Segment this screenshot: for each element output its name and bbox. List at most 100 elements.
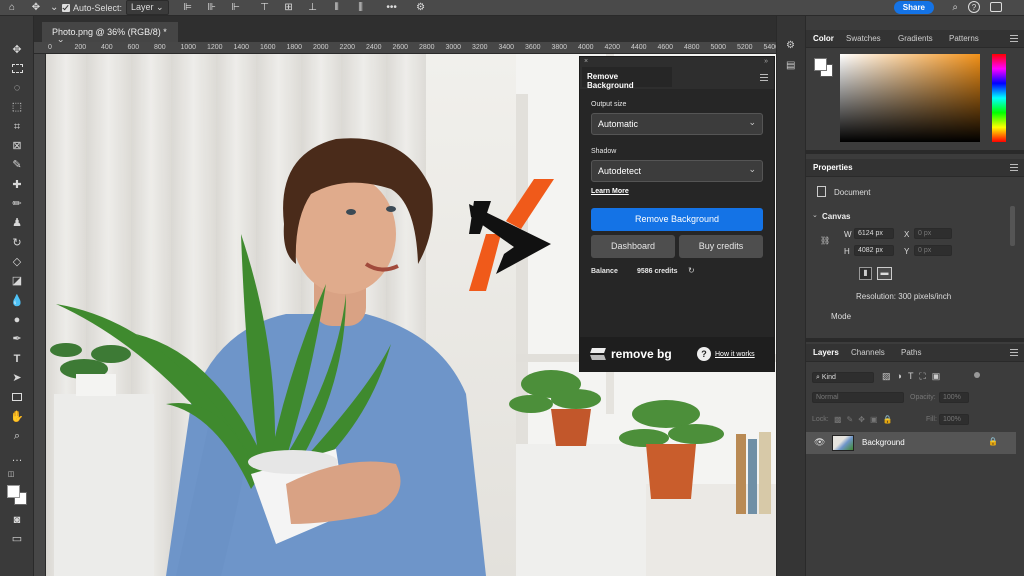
align-center-icon[interactable]: ⊪ — [205, 2, 219, 14]
panel-menu-icon[interactable] — [1010, 349, 1018, 356]
screen-mode-icon[interactable]: ▭ — [10, 532, 24, 546]
lasso-tool-icon[interactable]: ◌ — [10, 81, 24, 95]
distribute-horizontal-icon[interactable]: ⫼ — [354, 2, 368, 14]
home-icon[interactable]: ⌂ — [5, 2, 19, 14]
quick-mask-icon[interactable]: ◙ — [10, 513, 24, 527]
share-button[interactable]: Share — [893, 1, 934, 14]
more-tools-icon[interactable]: … — [10, 451, 24, 465]
color-picker-field[interactable] — [840, 54, 980, 142]
zoom-tool-icon[interactable]: ⌕ — [10, 429, 24, 443]
ruler-label: 2800 — [419, 44, 435, 51]
crop-tool-icon[interactable]: ⌗ — [10, 120, 24, 134]
output-size-value: Automatic — [598, 119, 639, 129]
eyedropper-tool-icon[interactable]: ✎ — [10, 158, 24, 172]
visibility-eye-icon[interactable]: 👁 — [814, 437, 825, 448]
workspace-icon[interactable] — [990, 2, 1002, 12]
gear-icon[interactable]: ⚙ — [414, 2, 428, 14]
move-tool-icon[interactable]: ✥ — [29, 2, 43, 14]
hue-slider[interactable] — [992, 54, 1006, 142]
opacity-field[interactable]: 100% — [939, 392, 969, 403]
document-tab[interactable]: Photo.png @ 36% (RGB/8) * × — [42, 22, 178, 47]
document-label: Document — [834, 188, 871, 197]
landscape-orientation-icon[interactable]: ▬ — [877, 267, 892, 280]
eraser-tool-icon[interactable]: ◇ — [10, 255, 24, 269]
panel-menu-icon[interactable] — [1010, 164, 1018, 171]
gradient-tool-icon[interactable]: ◪ — [10, 274, 24, 288]
search-icon[interactable]: ⌕ — [952, 2, 958, 13]
move-tool-icon[interactable]: ✥ — [10, 43, 24, 57]
width-field[interactable]: 6124 px — [854, 228, 894, 239]
tab-layers[interactable]: Layers — [813, 348, 839, 357]
layer-filter-icons[interactable]: ▨◑T⛶▣ — [882, 371, 946, 382]
collapse-icon[interactable]: » — [764, 58, 768, 65]
fill-field[interactable]: 100% — [939, 414, 969, 425]
healing-brush-icon[interactable]: ✚ — [10, 178, 24, 192]
help-icon[interactable]: ? — [697, 347, 711, 361]
panel-menu-icon[interactable] — [760, 74, 768, 81]
autoselect-label: Auto-Select: — [73, 2, 123, 13]
how-it-works-link[interactable]: How it works — [715, 351, 755, 358]
brush-tool-icon[interactable]: ✏ — [10, 197, 24, 211]
tab-gradients[interactable]: Gradients — [898, 34, 933, 43]
blur-tool-icon[interactable]: 💧 — [10, 294, 24, 308]
ruler-label: 4000 — [578, 44, 594, 51]
fg-color-chip[interactable] — [814, 58, 827, 71]
properties-panel-icon[interactable]: ⚙ — [786, 40, 795, 51]
filter-toggle-icon[interactable] — [974, 372, 980, 378]
align-top-icon[interactable]: ⊤ — [258, 2, 272, 14]
dashboard-button[interactable]: Dashboard — [591, 235, 675, 258]
hand-tool-icon[interactable]: ✋ — [10, 410, 24, 424]
autoselect-checkbox[interactable] — [62, 3, 70, 12]
link-icon[interactable]: ⛓ — [820, 236, 830, 245]
blend-mode-select[interactable]: Normal — [812, 392, 904, 403]
align-middle-icon[interactable]: ⊞ — [282, 2, 296, 14]
tab-patterns[interactable]: Patterns — [949, 34, 979, 43]
lock-icons[interactable]: ▩✎✥▣🔒 — [834, 415, 897, 424]
height-field[interactable]: 4082 px — [854, 245, 894, 256]
align-left-icon[interactable]: ⊫ — [181, 2, 195, 14]
plugin-title[interactable]: Remove Background — [582, 67, 672, 90]
y-field[interactable]: 0 px — [914, 245, 952, 256]
chevron-down-icon[interactable]: ⌄ — [50, 2, 58, 14]
learn-more-link[interactable]: Learn More — [591, 188, 629, 195]
autoselect-dropdown[interactable]: Layer ⌄ — [126, 0, 169, 15]
pen-tool-icon[interactable]: ✒ — [10, 332, 24, 346]
marquee-tool-icon[interactable] — [10, 62, 24, 76]
shadow-select[interactable]: Autodetect ⌄ — [591, 160, 763, 182]
dodge-tool-icon[interactable]: ● — [10, 313, 24, 327]
panel-menu-icon[interactable] — [1010, 35, 1018, 42]
tab-paths[interactable]: Paths — [901, 348, 921, 357]
portrait-orientation-icon[interactable]: ▮ — [859, 267, 872, 280]
chevron-down-icon[interactable]: ⌄ — [812, 211, 818, 219]
type-tool-icon[interactable]: T — [10, 352, 24, 366]
close-icon[interactable]: × — [584, 58, 588, 65]
path-select-icon[interactable]: ➤ — [10, 371, 24, 385]
refresh-icon[interactable]: ↻ — [688, 266, 695, 275]
tab-swatches[interactable]: Swatches — [846, 34, 881, 43]
default-colors-icon[interactable]: ◫ ⇆ — [4, 468, 18, 492]
layer-kind-filter[interactable]: ⌕ Kind — [812, 372, 874, 383]
tab-channels[interactable]: Channels — [851, 348, 885, 357]
more-options-icon[interactable]: ••• — [385, 2, 399, 14]
history-brush-icon[interactable]: ↻ — [10, 236, 24, 250]
buy-credits-button[interactable]: Buy credits — [679, 235, 763, 258]
object-select-icon[interactable]: ⬚ — [10, 100, 24, 114]
align-right-icon[interactable]: ⊩ — [229, 2, 243, 14]
distribute-icon[interactable]: ⫴ — [330, 2, 344, 14]
help-icon[interactable]: ? — [968, 1, 980, 13]
frame-tool-icon[interactable]: ⊠ — [10, 139, 24, 153]
layer-row[interactable]: 👁 Background 🔒 — [806, 432, 1016, 454]
comments-panel-icon[interactable]: ▤ — [786, 60, 795, 71]
foreground-color-swatch[interactable] — [7, 485, 20, 498]
tab-color[interactable]: Color — [813, 34, 834, 43]
properties-scrollbar[interactable] — [1010, 206, 1015, 246]
rectangle-tool-icon[interactable] — [10, 390, 24, 404]
ruler-label: 1600 — [260, 44, 276, 51]
x-field[interactable]: 0 px — [914, 228, 952, 239]
output-size-label: Output size — [591, 101, 627, 108]
align-bottom-icon[interactable]: ⊥ — [306, 2, 320, 14]
output-size-select[interactable]: Automatic ⌄ — [591, 113, 763, 135]
remove-background-button[interactable]: Remove Background — [591, 208, 763, 231]
stamp-tool-icon[interactable]: ♟ — [10, 216, 24, 230]
tab-properties[interactable]: Properties — [813, 163, 853, 172]
